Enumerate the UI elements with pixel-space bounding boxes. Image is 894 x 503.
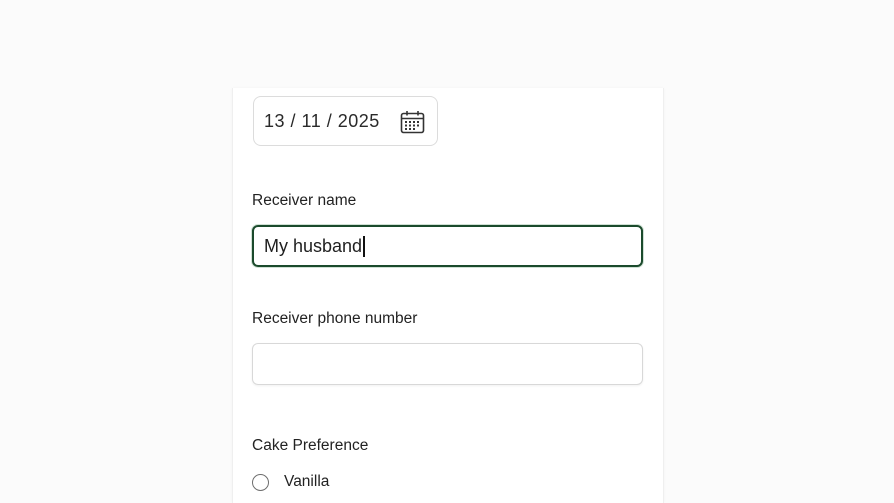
receiver-phone-input[interactable] [252,343,643,385]
radio-button[interactable] [252,473,269,491]
receiver-name-input[interactable]: My husband [252,225,643,267]
radio-option-vanilla[interactable]: Vanilla [252,473,329,491]
date-value: 13 / 11 / 2025 [264,110,380,131]
calendar-icon[interactable] [400,110,425,134]
cake-preference-label: Cake Preference [252,437,369,454]
receiver-name-label: Receiver name [252,192,357,209]
date-input[interactable]: 13 / 11 / 2025 [253,96,438,146]
receiver-phone-label: Receiver phone number [252,310,418,327]
radio-option-label: Vanilla [284,473,330,490]
text-caret [363,235,365,257]
receiver-name-value: My husband [264,235,363,256]
order-form-panel: 13 / 11 / 2025 Receiver name My husband … [232,88,664,503]
